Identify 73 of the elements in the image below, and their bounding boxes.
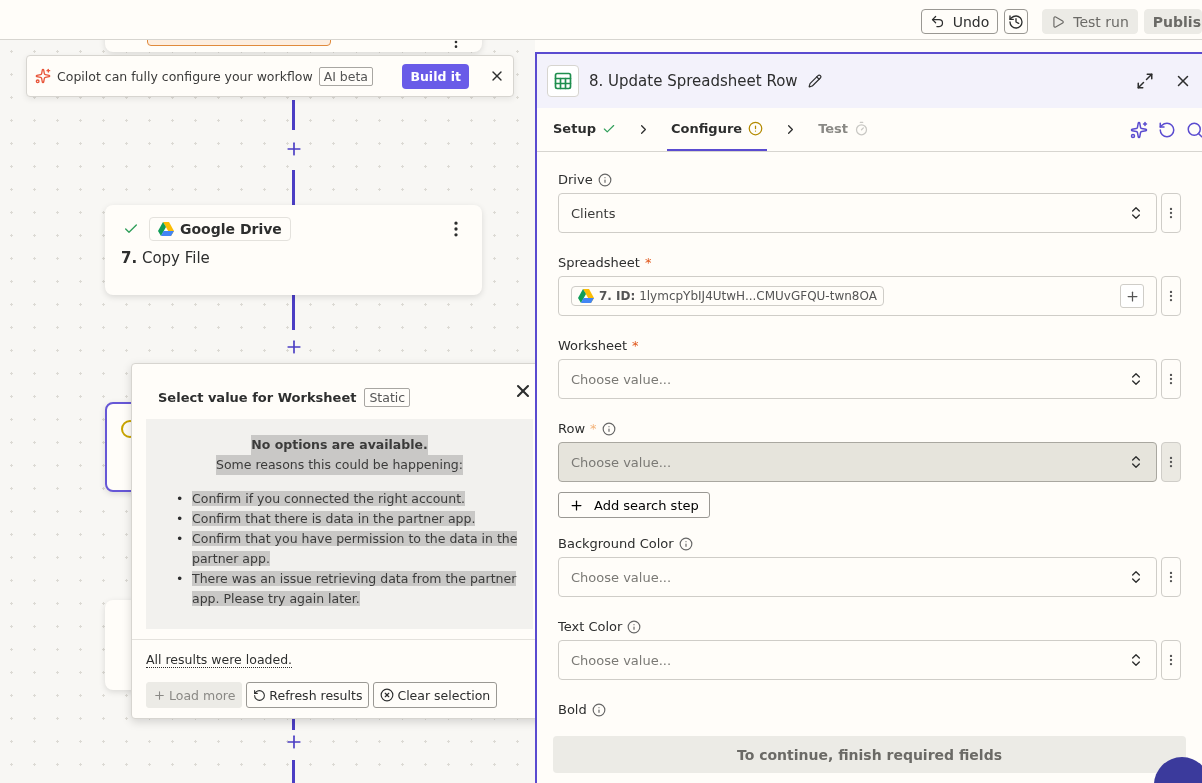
edit-icon[interactable] <box>807 74 822 88</box>
history-icon <box>1008 13 1025 30</box>
select-field[interactable]: 7. ID: 1lymcpYbIJ4UtwH...CMUvGFQU-twn8OA <box>558 276 1157 316</box>
step-title: 7. Copy File <box>120 248 211 269</box>
drive-icon <box>578 289 594 303</box>
reset-icon[interactable] <box>1158 120 1176 139</box>
message-text: Some reasons this could be happening: <box>216 455 463 475</box>
play-icon <box>1051 14 1066 29</box>
info-icon[interactable] <box>597 172 612 187</box>
select-field[interactable]: Choose value... <box>558 359 1157 399</box>
add-button[interactable] <box>1120 284 1144 308</box>
sheets-icon <box>547 65 579 97</box>
panel-title: 8. Update Spreadsheet Row <box>589 72 798 90</box>
step-card[interactable]: Google Drive 7. Copy File <box>105 205 482 295</box>
test-run-button[interactable]: Test run <box>1042 9 1138 34</box>
add-search-step-button[interactable]: Add search step <box>558 492 710 518</box>
search-icon[interactable] <box>1186 120 1202 139</box>
sparkle-icon[interactable] <box>1130 120 1148 139</box>
warning-icon <box>748 121 764 136</box>
drive-icon <box>158 222 174 236</box>
banner-text: Copilot can fully configure your workflow <box>57 68 313 84</box>
bullet: • <box>176 570 184 588</box>
select-field[interactable]: Choose value... <box>558 442 1157 482</box>
clear-button[interactable]: Clear selection <box>373 682 498 708</box>
info-icon[interactable] <box>601 421 616 436</box>
reason-text: Confirm that there is data in the partner app. <box>192 510 476 528</box>
refresh-button[interactable]: Refresh results <box>246 682 370 708</box>
results-note: All results were loaded. <box>146 652 293 668</box>
undo-icon <box>929 14 945 29</box>
popover-title: Select value for Worksheet <box>158 390 357 405</box>
field-label: Worksheet <box>558 338 628 353</box>
plus-icon <box>1124 288 1140 304</box>
reason-text: Confirm if you connected the right account. <box>192 490 466 508</box>
step-tab[interactable]: Test <box>814 108 874 151</box>
beta-badge: AI beta <box>318 66 374 86</box>
required-mark: * <box>590 421 597 436</box>
plus-icon <box>153 688 166 702</box>
sparkle-icon <box>35 68 51 84</box>
continue-button[interactable]: To continue, finish required fields <box>553 736 1186 773</box>
step-tab[interactable]: Configure <box>666 108 768 151</box>
field-label: Spreadsheet <box>558 255 640 270</box>
info-icon[interactable] <box>678 536 693 551</box>
app-pill: Google Drive <box>149 217 291 241</box>
build-it-button[interactable]: Build it <box>402 63 469 89</box>
timer-icon <box>854 121 870 136</box>
clear-icon <box>380 688 395 702</box>
field-label: Text Color <box>558 619 623 634</box>
field-label: Drive <box>558 172 593 187</box>
select-field[interactable]: Choose value... <box>558 557 1157 597</box>
field-label: Row <box>558 421 586 436</box>
info-icon[interactable] <box>591 702 606 717</box>
select-field[interactable]: Choose value... <box>558 640 1157 680</box>
bullet: • <box>176 490 184 508</box>
bullet: • <box>176 510 184 528</box>
select-field[interactable]: Clients <box>558 193 1157 233</box>
bullet: • <box>176 530 184 548</box>
step-tab[interactable]: Setup <box>549 108 620 151</box>
required-mark: * <box>632 338 639 353</box>
history-button[interactable] <box>1004 9 1029 34</box>
reason-text: Confirm that you have permission to the data in the partner app. <box>192 530 519 568</box>
field-label: Background Color <box>558 536 674 551</box>
plus-icon <box>569 497 584 513</box>
undo-button[interactable]: Undo <box>920 9 999 34</box>
value-chip: 7. ID: 1lymcpYbIJ4UtwH...CMUvGFQU-twn8OA <box>571 286 884 306</box>
refresh-icon <box>253 688 267 702</box>
required-mark: * <box>644 255 652 270</box>
field-label: Bold <box>558 702 587 717</box>
reason-text: There was an issue retrieving data from the partner app. Please try again later. <box>192 570 518 608</box>
expand-icon[interactable] <box>1136 72 1154 90</box>
publish-button[interactable]: Publis <box>1143 9 1202 34</box>
info-icon[interactable] <box>627 619 642 634</box>
message-text: No options are available. <box>251 435 428 455</box>
static-badge: Static <box>364 388 411 407</box>
